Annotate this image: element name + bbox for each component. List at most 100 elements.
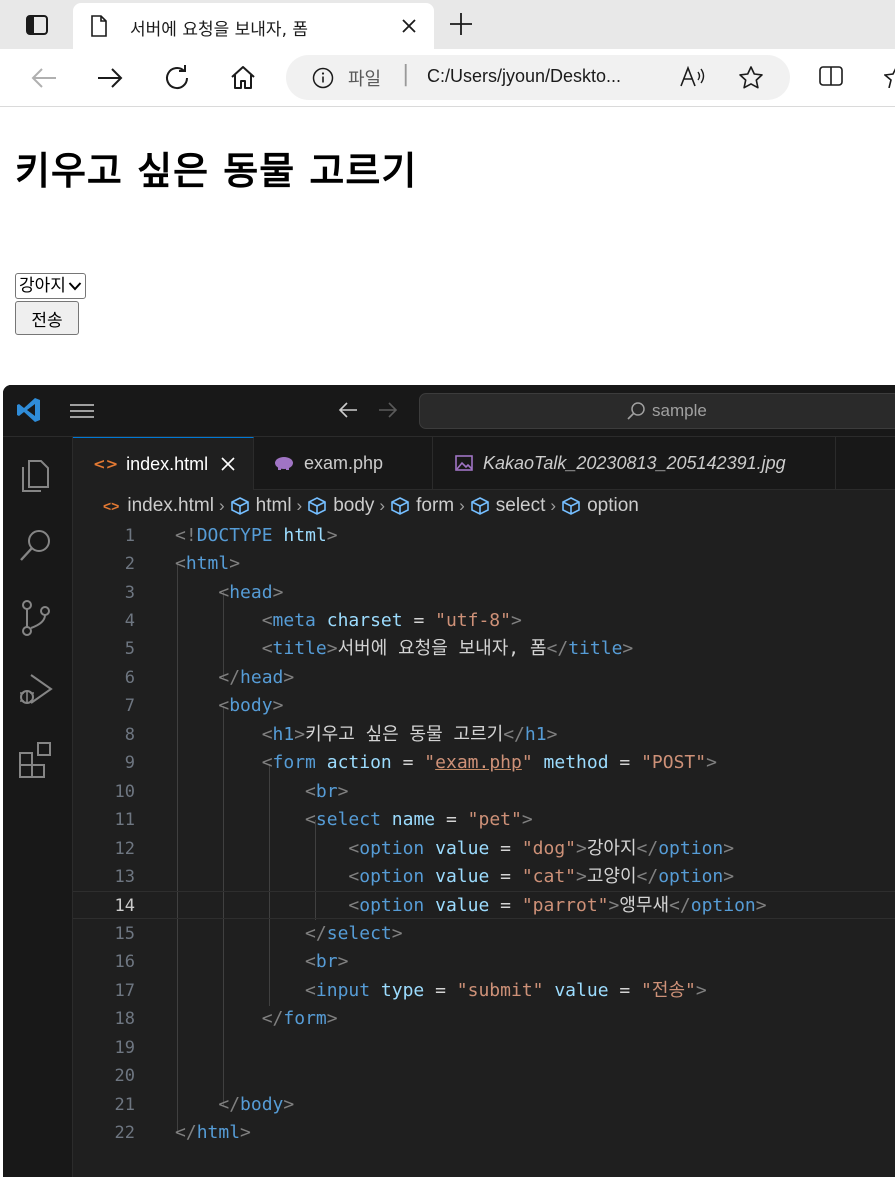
line-number: 18 xyxy=(114,1009,135,1029)
search-view-icon[interactable] xyxy=(17,527,55,567)
line-number: 2 xyxy=(124,554,135,574)
tab-exam-php[interactable]: exam.php xyxy=(254,437,433,489)
tab-label: index.html xyxy=(126,453,209,474)
element-cube-icon xyxy=(230,497,249,515)
favorite-star-icon[interactable] xyxy=(738,65,764,91)
vscode-titlebar: sample xyxy=(3,385,895,437)
line-number: 21 xyxy=(114,1095,135,1115)
html-file-icon: <> xyxy=(93,455,119,473)
code-line: 8 <h1>키우고 싶은 동물 고르기</h1> xyxy=(73,721,895,749)
html-file-icon: <> xyxy=(103,498,120,514)
chevron-right-icon: › xyxy=(459,496,465,515)
extensions-icon[interactable] xyxy=(17,739,55,779)
breadcrumb-item[interactable]: form xyxy=(416,495,454,517)
code-line: 20 xyxy=(73,1062,895,1090)
image-file-icon xyxy=(455,455,473,471)
element-cube-icon xyxy=(470,497,489,515)
element-cube-icon xyxy=(308,497,327,515)
tab-index-html[interactable]: <> index.html xyxy=(73,437,254,490)
activity-bar xyxy=(3,437,73,1177)
code-line: 12 <option value = "dog">강아지</option> xyxy=(73,835,895,863)
line-number: 5 xyxy=(124,639,135,659)
address-url[interactable]: C:/Users/jyoun/Deskto... xyxy=(427,66,621,87)
line-number: 17 xyxy=(114,981,135,1001)
browser-tab-strip: 서버에 요청을 보내자, 폼 xyxy=(0,0,895,49)
element-cube-icon xyxy=(391,497,409,515)
refresh-icon[interactable] xyxy=(161,62,193,94)
line-number: 19 xyxy=(114,1038,135,1058)
line-number: 14 xyxy=(114,896,135,916)
breadcrumb-item[interactable]: html xyxy=(256,495,292,517)
forward-arrow-icon[interactable] xyxy=(377,399,399,421)
vscode-logo-icon xyxy=(17,398,40,422)
document-icon xyxy=(91,15,107,37)
explorer-icon[interactable] xyxy=(17,453,55,493)
back-arrow-icon[interactable] xyxy=(337,399,359,421)
code-line: 17 <input type = "submit" value = "전송"> xyxy=(73,977,895,1005)
breadcrumb-item[interactable]: select xyxy=(496,495,546,517)
line-number: 7 xyxy=(124,696,135,716)
tab-kakaotalk-image[interactable]: KakaoTalk_20230813_205142391.jpg xyxy=(433,437,836,489)
address-bar[interactable]: 파일 | C:/Users/jyoun/Deskto... xyxy=(286,55,790,100)
line-number: 20 xyxy=(114,1066,135,1086)
line-number: 16 xyxy=(114,952,135,972)
code-line: 22 </html> xyxy=(73,1119,895,1147)
line-number: 13 xyxy=(114,867,135,887)
code-line: 11 <select name = "pet"> xyxy=(73,806,895,834)
breadcrumb: <> index.html › html › body › form › sel… xyxy=(103,493,639,519)
code-line: 3 <head> xyxy=(73,579,895,607)
vscode-window: sample <> index.html exam.php KakaoTalk_… xyxy=(3,385,895,1177)
submit-button[interactable]: 전송 xyxy=(15,301,79,335)
browser-tab-active[interactable]: 서버에 요청을 보내자, 폼 xyxy=(73,3,434,49)
search-text: sample xyxy=(652,401,707,420)
address-separator: | xyxy=(402,62,410,87)
page-heading: 키우고 싶은 동물 고르기 xyxy=(15,149,418,193)
info-icon[interactable] xyxy=(312,67,334,89)
close-tab-icon[interactable] xyxy=(220,456,236,472)
home-icon[interactable] xyxy=(227,62,259,94)
read-aloud-icon[interactable] xyxy=(680,66,706,88)
chevron-right-icon: › xyxy=(296,496,303,515)
code-line-current: 14 <option value = "parrot">앵무새</option> xyxy=(73,891,895,919)
pet-select-value: 강아지 xyxy=(19,276,66,296)
breadcrumb-item[interactable]: body xyxy=(333,495,374,517)
tab-label: exam.php xyxy=(304,452,384,473)
menu-icon[interactable] xyxy=(69,401,95,421)
code-line: 21 </body> xyxy=(73,1091,895,1119)
source-control-icon[interactable] xyxy=(17,597,55,639)
chevron-right-icon: › xyxy=(218,496,225,515)
line-number: 10 xyxy=(114,782,135,802)
code-line: 10 <br> xyxy=(73,778,895,806)
line-number: 3 xyxy=(124,583,135,603)
chevron-down-icon xyxy=(68,282,82,291)
forward-icon[interactable] xyxy=(94,62,126,94)
tab-actions-icon xyxy=(26,15,48,35)
tab-actions-button[interactable] xyxy=(18,9,56,41)
pet-select[interactable]: 강아지 xyxy=(15,273,86,299)
code-line: 2 <html> xyxy=(73,550,895,578)
breadcrumb-item[interactable]: index.html xyxy=(127,495,214,517)
tab-label: KakaoTalk_20230813_205142391.jpg xyxy=(483,452,786,473)
breadcrumb-item[interactable]: option xyxy=(587,495,639,517)
command-center-search[interactable]: sample xyxy=(419,393,895,429)
element-cube-icon xyxy=(562,497,580,515)
search-icon xyxy=(627,402,645,420)
new-tab-icon[interactable] xyxy=(446,9,476,39)
browser-toolbar: 파일 | C:/Users/jyoun/Deskto... xyxy=(0,49,895,107)
split-screen-icon[interactable] xyxy=(818,64,844,88)
line-number: 4 xyxy=(124,611,135,631)
address-scheme-label: 파일 xyxy=(348,69,382,90)
line-number: 22 xyxy=(114,1123,135,1143)
chevron-right-icon: › xyxy=(550,496,557,515)
code-line: 7 <body> xyxy=(73,692,895,720)
close-tab-icon[interactable] xyxy=(399,16,419,36)
code-line: 15 </select> xyxy=(73,920,895,948)
back-icon[interactable] xyxy=(28,62,60,94)
line-number: 11 xyxy=(114,810,135,830)
run-debug-icon[interactable] xyxy=(17,669,55,709)
chevron-right-icon: › xyxy=(379,496,386,515)
line-number: 8 xyxy=(124,725,135,745)
code-line: 4 <meta charset = "utf-8"> xyxy=(73,607,895,635)
browser-tab-title: 서버에 요청을 보내자, 폼 xyxy=(130,20,309,40)
favorites-icon[interactable] xyxy=(884,64,895,88)
